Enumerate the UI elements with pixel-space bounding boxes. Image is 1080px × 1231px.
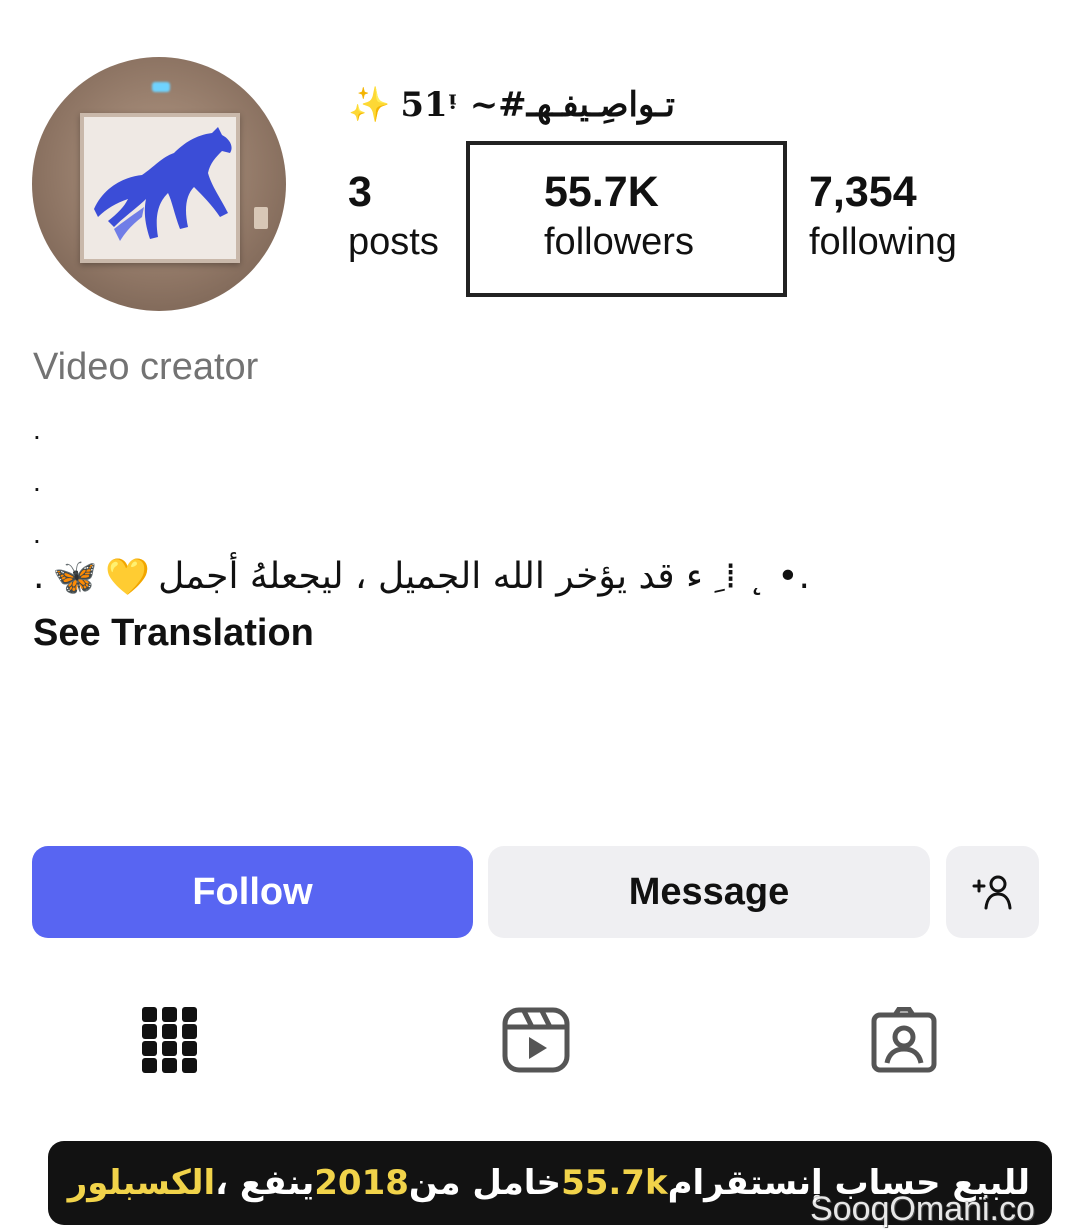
grid-icon [142, 1007, 197, 1073]
username-text: 51ᵎ ~#تـواصِـيفـهـ [400, 85, 675, 125]
yellow-heart-icon: 💛 [105, 557, 151, 598]
avatar[interactable] [32, 57, 286, 311]
tab-posts-grid[interactable] [130, 1000, 210, 1080]
wall-switch [254, 207, 268, 229]
tab-reels[interactable] [496, 1000, 576, 1080]
tab-tagged[interactable] [864, 1000, 944, 1080]
bio-dot: . [33, 414, 41, 445]
see-translation-link[interactable]: See Translation [33, 612, 314, 655]
bio-text: .• ˛ ⁞ ِ ء قد يؤخر الله الجميل ، ليجعلهُ… [33, 556, 883, 598]
followers-label: followers [544, 221, 694, 263]
horse-icon [94, 127, 232, 241]
followers-count: 55.7K [544, 168, 659, 216]
sparkle-icon: ✨ [348, 85, 391, 125]
username: ✨ 51ᵎ ~#تـواصِـيفـهـ [348, 80, 675, 130]
bio-dot: . [33, 466, 41, 497]
following-count: 7,354 [809, 168, 917, 216]
following-stat[interactable]: 7,354 following [809, 167, 957, 267]
banner-highlight-followers: 55.7k [561, 1163, 668, 1203]
followers-stat[interactable]: 55.7K followers [544, 167, 694, 267]
bio-dot: . [33, 518, 41, 549]
reels-icon [502, 1007, 570, 1073]
watermark: SooqOmani.co [810, 1190, 1035, 1228]
posts-count: 3 [348, 168, 372, 216]
banner-text-2: خامل من [408, 1163, 562, 1203]
posts-stat[interactable]: 3 posts [348, 167, 439, 267]
banner-text-3: ينفع ، [215, 1163, 315, 1203]
suggest-people-button[interactable] [946, 846, 1039, 938]
horse-painting [80, 113, 240, 263]
wall-light [152, 82, 170, 92]
follow-button[interactable]: Follow [32, 846, 473, 938]
bio-quote: .• ˛ ⁞ ِ ء قد يؤخر الله الجميل ، ليجعلهُ… [158, 556, 810, 597]
tagged-icon [871, 1007, 937, 1073]
banner-highlight-year: 2018 [314, 1163, 409, 1203]
following-label: following [809, 221, 957, 263]
bio-end-dot: . [33, 556, 45, 597]
posts-label: posts [348, 221, 439, 263]
banner-highlight-explore: الكسبلور [67, 1163, 216, 1203]
profile-category: Video creator [33, 346, 259, 388]
butterfly-icon: 🦋 [52, 557, 98, 598]
message-button[interactable]: Message [488, 846, 930, 938]
add-person-icon [972, 875, 1011, 910]
